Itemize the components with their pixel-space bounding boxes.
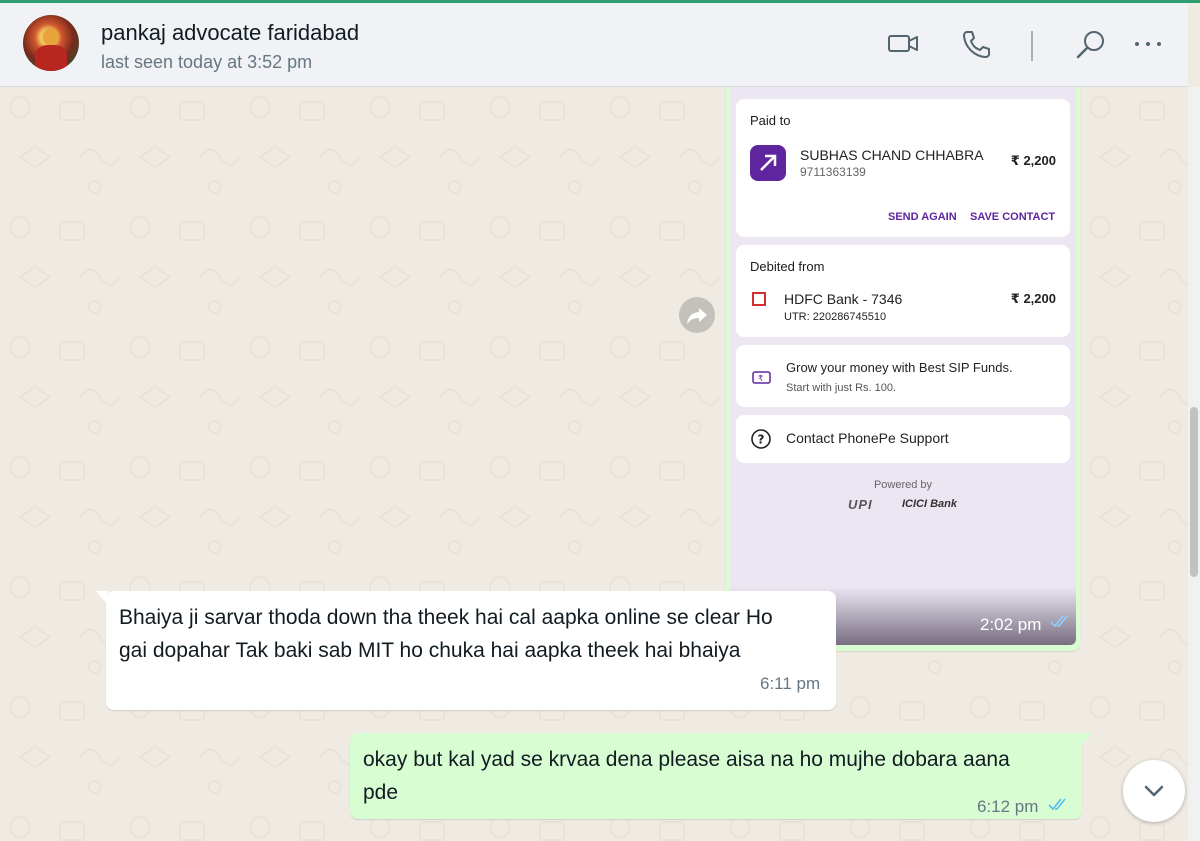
payment-receipt-image[interactable]: Paid to SUBHAS CHAND CHHABRA 9711363139 … bbox=[730, 87, 1076, 645]
paid-to-label: Paid to bbox=[750, 113, 791, 128]
chat-area[interactable]: Paid to SUBHAS CHAND CHHABRA 9711363139 … bbox=[0, 87, 1188, 841]
rupee-note-icon: ₹ bbox=[752, 371, 771, 384]
debited-from-label: Debited from bbox=[750, 259, 825, 274]
utr-number: UTR: 220286745510 bbox=[784, 311, 887, 323]
forward-button[interactable] bbox=[679, 297, 715, 333]
message-time: 2:02 pm bbox=[980, 615, 1042, 634]
video-call-icon[interactable] bbox=[887, 28, 919, 58]
message-time: 6:12 pm bbox=[977, 797, 1039, 816]
chevron-down-icon bbox=[1144, 785, 1164, 797]
forward-arrow-icon bbox=[687, 308, 707, 324]
sip-subtitle: Start with just Rs. 100. bbox=[786, 382, 897, 394]
avatar-face bbox=[43, 28, 59, 46]
bubble-tail bbox=[96, 591, 108, 605]
message-time: 6:11 pm bbox=[760, 674, 821, 693]
sip-title: Grow your money with Best SIP Funds. bbox=[786, 360, 1013, 375]
bank-account: HDFC Bank - 7346 bbox=[784, 291, 903, 307]
avatar-robe bbox=[35, 45, 67, 71]
contact-avatar[interactable] bbox=[23, 15, 79, 71]
payee-phone: 9711363139 bbox=[800, 165, 866, 179]
outgoing-message[interactable]: okay but kal yad se krvaa dena please ai… bbox=[350, 733, 1092, 819]
incoming-message[interactable]: Bhaiya ji sarvar thoda down tha theek ha… bbox=[96, 591, 836, 710]
read-receipt-icon bbox=[1048, 798, 1066, 811]
paid-to-card: Paid to SUBHAS CHAND CHHABRA 9711363139 … bbox=[736, 99, 1070, 237]
support-label: Contact PhonePe Support bbox=[786, 430, 949, 446]
hdfc-logo-icon bbox=[752, 292, 766, 306]
voice-call-icon[interactable] bbox=[960, 28, 992, 60]
menu-icon[interactable] bbox=[1133, 38, 1163, 50]
help-question-icon: ? bbox=[751, 429, 771, 449]
sip-promo-card: ₹ Grow your money with Best SIP Funds. S… bbox=[736, 345, 1070, 407]
powered-by-label: Powered by bbox=[873, 479, 933, 491]
debited-from-card: Debited from HDFC Bank - 7346 UTR: 22028… bbox=[736, 245, 1070, 337]
scrollbar-thumb[interactable] bbox=[1190, 407, 1198, 577]
upi-logo: UPI bbox=[848, 497, 873, 512]
payee-name: SUBHAS CHAND CHHABRA bbox=[800, 147, 984, 163]
last-seen-status: last seen today at 3:52 pm bbox=[101, 52, 313, 72]
icici-bank-logo: ICICI Bank bbox=[902, 498, 958, 510]
chat-scrollbar[interactable] bbox=[1188, 87, 1200, 841]
header-separator bbox=[1031, 31, 1033, 61]
paid-amount: ₹ 2,200 bbox=[1010, 153, 1056, 168]
svg-text:?: ? bbox=[758, 433, 765, 447]
message-line: gai dopahar Tak baki sab MIT ho chuka ha… bbox=[119, 639, 741, 662]
contact-name[interactable]: pankaj advocate faridabad bbox=[101, 20, 359, 46]
scroll-to-bottom-button[interactable] bbox=[1123, 760, 1185, 822]
phonepe-arrow-icon bbox=[750, 145, 786, 181]
chat-header[interactable]: pankaj advocate faridabad last seen toda… bbox=[0, 3, 1188, 87]
read-receipt-icon bbox=[1050, 615, 1068, 628]
support-card: ? Contact PhonePe Support bbox=[736, 415, 1070, 463]
message-line: okay but kal yad se krvaa dena please ai… bbox=[363, 748, 1010, 771]
message-line: Bhaiya ji sarvar thoda down tha theek ha… bbox=[119, 606, 773, 629]
send-again-link: SEND AGAIN bbox=[888, 211, 957, 223]
payment-screenshot-message[interactable]: Paid to SUBHAS CHAND CHHABRA 9711363139 … bbox=[726, 87, 1080, 651]
debited-amount: ₹ 2,200 bbox=[1010, 291, 1056, 306]
save-contact-link: SAVE CONTACT bbox=[970, 211, 1056, 223]
svg-text:₹: ₹ bbox=[758, 374, 763, 383]
bubble-tail bbox=[1080, 733, 1092, 747]
message-line: pde bbox=[363, 781, 399, 804]
search-icon[interactable] bbox=[1074, 28, 1108, 62]
